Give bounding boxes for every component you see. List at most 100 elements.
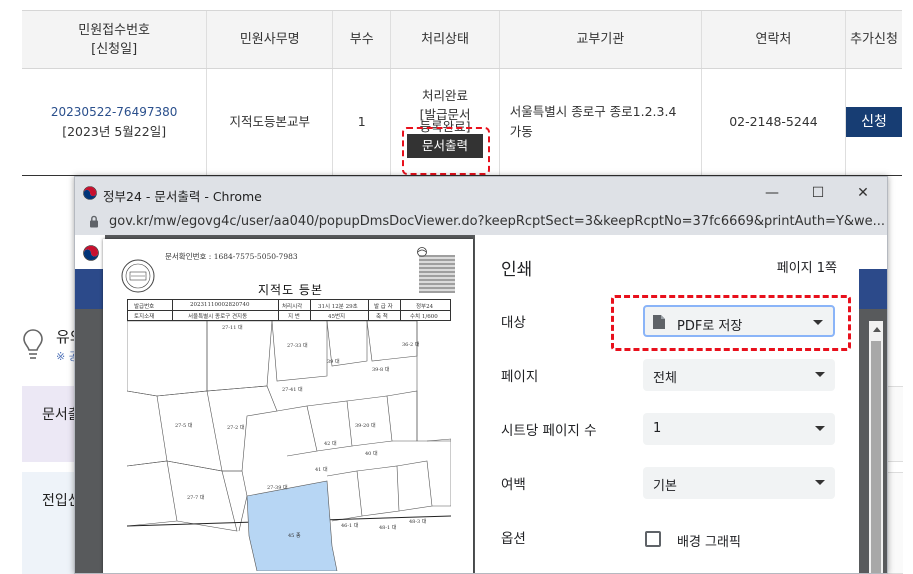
settings-scrollbar[interactable] bbox=[869, 321, 883, 573]
header-receipt-label: 민원접수번호 [신청일] bbox=[78, 22, 151, 57]
grid-col-divider bbox=[278, 300, 279, 320]
receipt-number-link[interactable]: 20230522-76497380 bbox=[22, 102, 206, 122]
parcel-label: 39-8 대 bbox=[372, 366, 390, 373]
page-behind-white-left bbox=[75, 235, 105, 269]
grid-lot-label: 지 번 bbox=[288, 314, 300, 320]
header-receipt-number: 민원접수번호 [신청일] bbox=[22, 10, 207, 69]
pages-per-sheet-select[interactable]: 1 bbox=[643, 413, 835, 445]
scrollbar-thumb[interactable] bbox=[871, 341, 881, 573]
grid-issuer-label: 발 급 자 bbox=[374, 304, 393, 310]
grid-issue-label: 발급번호 bbox=[134, 304, 155, 310]
header-contact: 연락처 bbox=[700, 10, 846, 69]
parcel-label: 27-7 대 bbox=[187, 494, 205, 501]
cell-phone: 02-2148-5244 bbox=[700, 68, 846, 176]
header-status: 처리상태 bbox=[390, 10, 500, 69]
grid-process-value: 31시 12분 29초 bbox=[318, 304, 358, 310]
pages-select[interactable]: 전체 bbox=[643, 359, 835, 391]
pages-per-sheet-value: 1 bbox=[653, 421, 662, 436]
parcel-label: 39-20 대 bbox=[355, 422, 376, 429]
lightbulb-icon bbox=[23, 329, 43, 359]
parcel-label: 39 대 bbox=[327, 358, 340, 365]
grid-scale-value: 수치 1/600 bbox=[410, 314, 438, 320]
parcel-label: 36-2 대 bbox=[402, 341, 420, 348]
parcel-label: 46-1 대 bbox=[341, 522, 359, 529]
grid-location-value: 서울특별시 종로구 견지동 bbox=[188, 314, 248, 320]
print-settings-panel: 인쇄 페이지 1쪽 대상 PDF로 저장 페이지 전체 시트당 페이지 수 1 bbox=[475, 235, 859, 573]
parcel-label: 27-41 대 bbox=[282, 386, 303, 393]
parcel-label: 27-11 대 bbox=[222, 324, 243, 331]
document-title: 지적도 등본 bbox=[258, 283, 324, 297]
grid-col-divider bbox=[172, 300, 173, 320]
cell-copies: 1 bbox=[332, 68, 391, 176]
chevron-down-icon bbox=[815, 426, 825, 431]
parcel-label: 45 종 bbox=[288, 533, 301, 539]
close-button[interactable]: ✕ bbox=[849, 182, 877, 204]
background-graphics-label: 배경 그래픽 bbox=[677, 535, 741, 550]
header-copies: 부수 bbox=[332, 10, 391, 69]
header-agency: 교부기관 bbox=[498, 10, 702, 69]
document-info-grid: 발급번호 2023111000282074​0 처리시각 31시 12분 29초… bbox=[127, 299, 451, 321]
grid-issuer-value: 정부24 bbox=[416, 304, 434, 310]
cell-apply: 신청 bbox=[844, 68, 902, 176]
table-row: 20230522-76497380 [2023년 5월22일] 지적도등본교부 … bbox=[22, 68, 902, 176]
agency-line-1: 서울특별시 종로구 종로1.2.3.4 bbox=[509, 104, 677, 119]
window-titlebar[interactable]: 정부24 - 문서출력 - Chrome — ☐ ✕ bbox=[75, 177, 887, 209]
barcode-image bbox=[419, 255, 455, 293]
chrome-print-popup: 정부24 - 문서출력 - Chrome — ☐ ✕ gov.kr/mw/ego… bbox=[74, 176, 888, 574]
grid-col-divider bbox=[368, 300, 369, 320]
header-service: 민원사무명 bbox=[206, 10, 333, 69]
apply-button[interactable]: 신청 bbox=[845, 107, 902, 137]
cell-service: 지적도등본교부 bbox=[206, 68, 333, 176]
margins-label: 여백 bbox=[501, 477, 526, 493]
minimize-button[interactable]: — bbox=[758, 182, 786, 204]
agency-line-2: 가동 bbox=[509, 124, 533, 139]
margins-select[interactable]: 기본 bbox=[643, 467, 835, 499]
gov24-page-logo-icon bbox=[83, 245, 99, 261]
parcel-label: 27-39 대 bbox=[267, 484, 288, 491]
cell-receipt: 20230522-76497380 [2023년 5월22일] bbox=[22, 68, 207, 176]
parcel-label: 27-33 대 bbox=[287, 342, 308, 349]
url-text[interactable]: gov.kr/mw/egovg4c/user/aa040/popupDmsDoc… bbox=[109, 214, 885, 229]
margins-value: 기본 bbox=[653, 479, 677, 494]
grid-col-divider bbox=[400, 300, 401, 320]
parcel-label: 40 대 bbox=[365, 450, 378, 457]
cadastral-map: 27-11 대 27-33 대 39 대 39-8 대 36-2 대 27-5 … bbox=[127, 321, 451, 571]
destination-label: 대상 bbox=[501, 315, 526, 331]
window-title: 정부24 - 문서출력 - Chrome bbox=[103, 189, 262, 204]
background-graphics-checkbox[interactable] bbox=[645, 531, 661, 547]
print-button-highlight bbox=[402, 127, 491, 175]
grid-col-divider bbox=[310, 300, 311, 320]
popup-content: 문서확인번호 : 1684-7575-5050-7983 지적도 등본 발급번호… bbox=[75, 235, 887, 573]
maximize-button[interactable]: ☐ bbox=[804, 182, 832, 204]
grid-location-label: 토지소재 bbox=[134, 314, 155, 320]
official-seal-icon bbox=[121, 259, 155, 293]
destination-highlight bbox=[611, 295, 851, 351]
options-label: 옵션 bbox=[501, 531, 526, 547]
parcel-label: 48-1 대 bbox=[379, 524, 397, 531]
cell-agency: 서울특별시 종로구 종로1.2.3.4 가동 bbox=[498, 68, 702, 176]
parcel-label: 27-5 대 bbox=[175, 422, 193, 429]
chevron-down-icon bbox=[815, 480, 825, 485]
grid-issue-value: 2023111000282074​0 bbox=[190, 302, 250, 308]
parcel-label: 42 대 bbox=[324, 440, 337, 447]
parcel-label: 27-2 대 bbox=[227, 424, 245, 431]
chevron-down-icon bbox=[815, 372, 825, 377]
scroll-up-arrow-icon[interactable] bbox=[873, 327, 881, 332]
print-preview-document[interactable]: 문서확인번호 : 1684-7575-5050-7983 지적도 등본 발급번호… bbox=[103, 239, 473, 573]
cell-status: 처리완료 [발급문서 등록완료] 문서출력 bbox=[390, 68, 500, 176]
pages-value: 전체 bbox=[653, 371, 677, 386]
grid-process-label: 처리시각 bbox=[282, 304, 303, 310]
grid-scale-label: 축 척 bbox=[376, 314, 388, 320]
pages-per-sheet-label: 시트당 페이지 수 bbox=[501, 423, 597, 439]
application-table: 민원접수번호 [신청일] 민원사무명 부수 처리상태 교부기관 연락처 추가신청… bbox=[22, 10, 902, 176]
parcel-label: 41 대 bbox=[315, 466, 328, 473]
address-bar[interactable]: gov.kr/mw/egovg4c/user/aa040/popupDmsDoc… bbox=[75, 209, 887, 235]
grid-row-divider bbox=[128, 310, 450, 311]
page-count: 페이지 1쪽 bbox=[776, 261, 837, 276]
page-behind-nav-left bbox=[75, 269, 105, 309]
table-header-row: 민원접수번호 [신청일] 민원사무명 부수 처리상태 교부기관 연락처 추가신청 bbox=[22, 10, 902, 69]
print-title: 인쇄 bbox=[501, 260, 533, 280]
page-behind-nav-right bbox=[859, 269, 887, 309]
status-line-1: 처리완료 bbox=[422, 88, 469, 103]
pages-label: 페이지 bbox=[501, 369, 539, 385]
